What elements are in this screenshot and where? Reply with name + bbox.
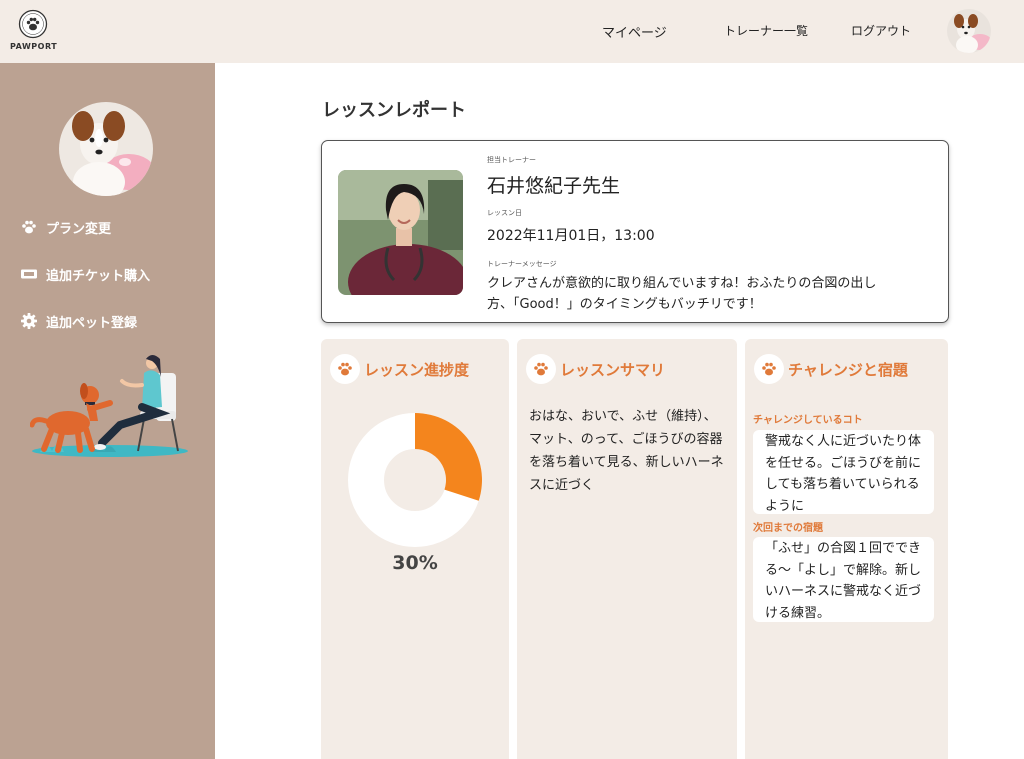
lesson-date-value: 2022年11月01日，13:00 bbox=[487, 228, 655, 244]
dog-training-illustration bbox=[30, 355, 188, 457]
top-header: PAWPORT マイページ トレーナー一覧 ログアウト bbox=[0, 0, 1024, 63]
paw-icon bbox=[754, 354, 784, 384]
lesson-progress-panel: レッスン進捗度 30% bbox=[321, 339, 509, 759]
sidebar-item-add-pet[interactable]: 追加ペット登録 bbox=[20, 310, 137, 332]
page-title: レッスンレポート bbox=[322, 100, 466, 121]
summary-title: レッスンサマリ bbox=[560, 360, 666, 379]
challenge-homework-panel: チャレンジと宿題 チャレンジしているコト 警戒なく人に近づいたり体を任せる。ごほ… bbox=[745, 339, 948, 759]
progress-panel-header: レッスン進捗度 bbox=[330, 354, 469, 384]
pawport-logo[interactable]: PAWPORT bbox=[10, 9, 58, 55]
dog-photo bbox=[59, 102, 153, 196]
trainer-photo bbox=[338, 170, 463, 295]
homework-label: 次回までの宿題 bbox=[753, 523, 823, 534]
progress-donut-chart bbox=[348, 413, 482, 547]
summary-panel-header: レッスンサマリ bbox=[526, 354, 665, 384]
paw-icon bbox=[526, 354, 556, 384]
paw-logo-icon bbox=[18, 9, 48, 39]
paw-icon bbox=[20, 218, 38, 236]
sidebar-item-label: 追加チケット購入 bbox=[46, 268, 151, 284]
lesson-summary-panel: レッスンサマリ おはな、おいで、ふせ（維持）、マット、のって、ごほうびの容器を落… bbox=[517, 339, 737, 759]
sidebar-item-label: プラン変更 bbox=[46, 221, 112, 237]
sidebar-item-plan-change[interactable]: プラン変更 bbox=[20, 216, 111, 238]
paw-icon bbox=[330, 354, 360, 384]
sidebar-item-buy-ticket[interactable]: 追加チケット購入 bbox=[20, 263, 150, 285]
nav-logout[interactable]: ログアウト bbox=[851, 22, 911, 39]
trainer-label: 担当トレーナー bbox=[487, 156, 536, 164]
nav-trainer-list[interactable]: トレーナー一覧 bbox=[724, 22, 808, 39]
homework-text: 「ふせ」の合図１回でできる〜「よし」で解除。新しいハーネスに警戒なく近づける練習… bbox=[753, 537, 934, 622]
challenge-panel-header: チャレンジと宿題 bbox=[754, 354, 908, 384]
trainer-card: 担当トレーナー 石井悠紀子先生 レッスン日 2022年11月01日，13:00 … bbox=[321, 140, 949, 323]
challenge-title: チャレンジと宿題 bbox=[788, 360, 908, 379]
dog-avatar-image bbox=[947, 9, 991, 53]
gear-icon bbox=[20, 312, 38, 330]
trainer-name: 石井悠紀子先生 bbox=[487, 175, 621, 197]
pet-avatar[interactable] bbox=[59, 102, 153, 196]
sidebar-item-label: 追加ペット登録 bbox=[46, 315, 138, 331]
summary-text: おはな、おいで、ふせ（維持）、マット、のって、ごほうびの容器を落ち着いて見る、新… bbox=[529, 409, 724, 493]
lesson-date-label: レッスン日 bbox=[487, 209, 522, 217]
sidebar: プラン変更 追加チケット購入 追加ペット登録 bbox=[0, 63, 215, 759]
trainer-message: クレアさんが意欲的に取り組んでいますね！おふたりの合図の出し方、「Good！」の… bbox=[487, 276, 877, 312]
donut-progress-arc bbox=[415, 413, 482, 501]
challenge-label: チャレンジしているコト bbox=[753, 415, 863, 426]
progress-title: レッスン進捗度 bbox=[364, 360, 470, 379]
nav-mypage[interactable]: マイページ bbox=[602, 22, 667, 41]
challenge-text: 警戒なく人に近づいたり体を任せる。ごほうびを前にしても落ち着いていられるように bbox=[753, 430, 934, 514]
user-avatar[interactable] bbox=[947, 9, 991, 53]
ticket-icon bbox=[20, 265, 38, 283]
progress-percent: 30% bbox=[392, 552, 438, 574]
logo-text: PAWPORT bbox=[10, 42, 58, 51]
trainer-message-label: トレーナーメッセージ bbox=[487, 260, 557, 268]
